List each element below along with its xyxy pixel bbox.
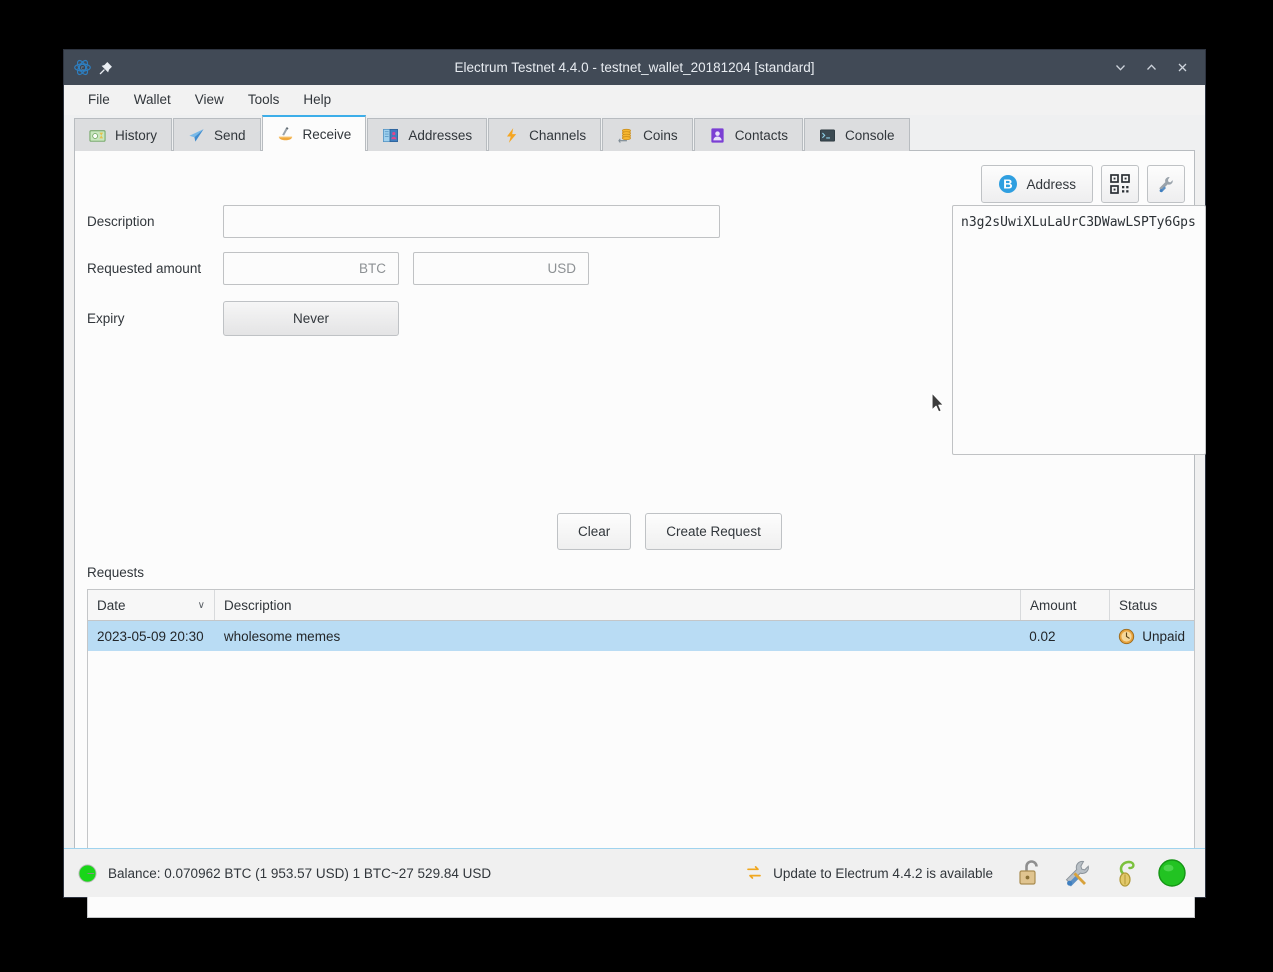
pin-icon[interactable] xyxy=(99,61,113,75)
status-badge: Unpaid xyxy=(1142,628,1185,644)
receive-icon xyxy=(278,126,292,140)
menu-item-tools[interactable]: Tools xyxy=(236,88,292,111)
status-bar-left: Balance: 0.070962 BTC (1 953.57 USD) 1 B… xyxy=(78,863,492,883)
tab-label: History xyxy=(115,127,158,143)
window-controls xyxy=(1107,55,1205,81)
tab-label: Coins xyxy=(643,127,678,143)
tab-receive[interactable]: Receive xyxy=(261,115,367,151)
channels-icon xyxy=(507,127,517,143)
swap-arrows-icon xyxy=(747,866,761,879)
tab-console[interactable]: Console xyxy=(803,118,910,151)
tab-label: Console xyxy=(844,127,895,143)
usd-amount-input[interactable] xyxy=(413,252,589,285)
menu-bar: File Wallet View Tools Help xyxy=(64,85,1205,115)
open-padlock-icon[interactable] xyxy=(1014,856,1048,890)
menu-item-view[interactable]: View xyxy=(183,88,236,111)
menu-item-help[interactable]: Help xyxy=(291,88,343,111)
send-icon xyxy=(189,128,204,142)
column-header-status[interactable]: Status xyxy=(1110,590,1194,620)
tab-label: Contacts xyxy=(734,127,788,143)
tab-channels[interactable]: Channels xyxy=(488,118,602,151)
column-label: Date xyxy=(97,597,126,613)
requests-table-header: Date ∨ Description Amount Status xyxy=(88,590,1194,621)
tab-contacts[interactable]: Contacts xyxy=(693,118,803,151)
status-bar-right: Update to Electrum 4.4.2 is available xyxy=(745,856,1195,890)
electrum-logo-icon: E xyxy=(74,59,91,76)
sort-descending-icon: ∨ xyxy=(197,599,205,611)
receive-toolbar: B Address xyxy=(981,165,1185,203)
column-header-date[interactable]: Date ∨ xyxy=(88,590,215,620)
receive-tab-panel: B Address Description Requested amount B… xyxy=(74,151,1206,918)
tab-label: Send xyxy=(214,127,246,143)
expiry-dropdown[interactable]: Never xyxy=(223,301,399,336)
update-notification[interactable]: Update to Electrum 4.4.2 is available xyxy=(745,864,993,882)
svg-text:B: B xyxy=(1004,177,1013,192)
contacts-icon xyxy=(711,127,724,143)
requested-amount-row: Requested amount xyxy=(87,252,589,285)
menu-item-file[interactable]: File xyxy=(76,88,122,111)
svg-text:E: E xyxy=(81,66,84,71)
address-button-label: Address xyxy=(1026,176,1076,192)
cell-date: 2023-05-09 20:30 xyxy=(97,628,204,644)
green-circle-icon xyxy=(78,863,97,883)
cell-description: wholesome memes xyxy=(223,628,341,644)
cell-amount: 0.02 xyxy=(1029,628,1056,644)
close-icon[interactable] xyxy=(1169,55,1195,81)
description-label: Description xyxy=(87,214,155,229)
balance-text: Balance: 0.070962 BTC (1 953.57 USD) 1 B… xyxy=(108,865,492,881)
receive-address-box[interactable]: n3g2sUwiXLuLaUrC3DWawLSPTy6Gps xyxy=(952,205,1206,455)
table-row[interactable]: 2023-05-09 20:30 wholesome memes 0.02 Un… xyxy=(88,621,1194,651)
receive-options-button[interactable] xyxy=(1147,165,1185,203)
addresses-icon xyxy=(383,128,399,142)
expiry-row: Expiry Never xyxy=(87,301,399,336)
expiry-value: Never xyxy=(292,311,329,326)
tab-addresses[interactable]: Addresses xyxy=(367,118,488,151)
electrum-window: E Electrum Testnet 4.4.0 - testnet_walle… xyxy=(64,50,1206,918)
minimize-icon[interactable] xyxy=(1107,55,1133,81)
seed-icon[interactable] xyxy=(1108,856,1142,890)
window-title: Electrum Testnet 4.4.0 - testnet_wallet_… xyxy=(454,60,815,75)
description-input[interactable] xyxy=(223,205,720,238)
column-header-amount[interactable]: Amount xyxy=(1021,590,1110,620)
create-request-button[interactable]: Create Request xyxy=(645,513,782,550)
qrcode-icon xyxy=(1110,174,1130,194)
receive-address-text: n3g2sUwiXLuLaUrC3DWawLSPTy6Gps xyxy=(961,215,1196,230)
btc-amount-input[interactable] xyxy=(223,252,399,285)
tab-history[interactable]: History xyxy=(74,118,173,151)
coins-icon xyxy=(618,128,632,143)
clock-icon xyxy=(1119,628,1135,644)
column-header-description[interactable]: Description xyxy=(215,590,1021,620)
requests-section-label: Requests xyxy=(87,565,145,580)
status-bar: Balance: 0.070962 BTC (1 953.57 USD) 1 B… xyxy=(64,848,1205,897)
network-status-icon[interactable] xyxy=(1155,856,1189,890)
clear-button[interactable]: Clear xyxy=(557,513,632,550)
description-row: Description xyxy=(87,205,720,238)
update-text: Update to Electrum 4.4.2 is available xyxy=(773,865,993,881)
tab-label: Channels xyxy=(529,127,587,143)
tools-icon xyxy=(1158,176,1173,192)
maximize-icon[interactable] xyxy=(1138,55,1164,81)
tools-icon[interactable] xyxy=(1061,856,1095,890)
receive-actions: Clear Create Request xyxy=(557,513,782,550)
address-button[interactable]: B Address xyxy=(981,165,1093,203)
tab-label: Addresses xyxy=(408,127,473,143)
history-icon xyxy=(89,129,106,142)
console-icon xyxy=(820,128,835,142)
tab-label: Receive xyxy=(302,126,352,142)
bitcoin-icon: B xyxy=(999,175,1018,193)
title-bar: E Electrum Testnet 4.4.0 - testnet_walle… xyxy=(64,50,1205,85)
expiry-label: Expiry xyxy=(87,311,125,326)
tab-bar: History Send Receive Addresses Channels … xyxy=(64,115,1205,151)
cell-status: Unpaid xyxy=(1109,621,1194,651)
tab-coins[interactable]: Coins xyxy=(602,118,693,151)
title-bar-left: E xyxy=(64,59,174,76)
tab-send[interactable]: Send xyxy=(173,118,261,151)
requested-amount-label: Requested amount xyxy=(87,261,202,276)
qr-code-button[interactable] xyxy=(1101,165,1139,203)
menu-item-wallet[interactable]: Wallet xyxy=(122,88,183,111)
